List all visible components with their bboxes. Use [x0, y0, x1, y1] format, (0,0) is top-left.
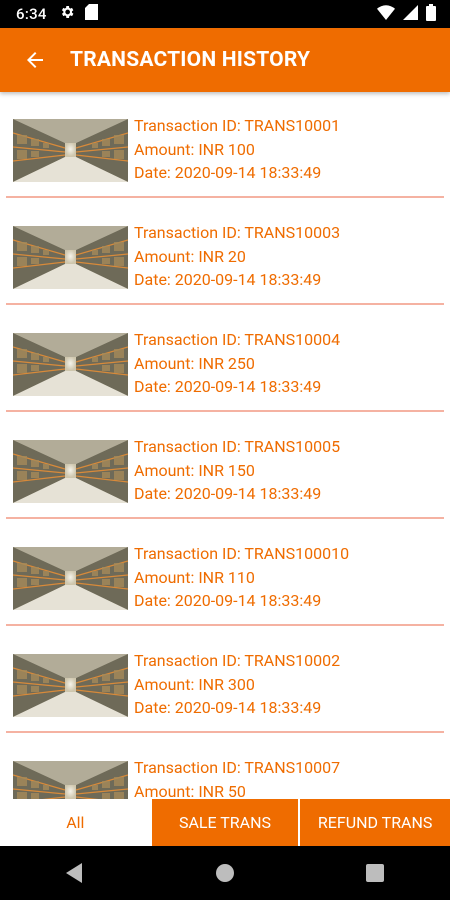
app-bar: TRANSACTION HISTORY: [0, 28, 450, 92]
transaction-date: Date: 2020-09-14 18:33:49: [134, 377, 322, 396]
transaction-id: Transaction ID: TRANS100010: [134, 544, 350, 563]
transaction-amount: Amount: INR 300: [134, 674, 255, 694]
transaction-amount: Amount: INR 150: [134, 460, 255, 480]
list-item[interactable]: Transaction ID: TRANS10001 Amount: INR 1…: [6, 92, 444, 198]
transaction-id: Transaction ID: TRANS10003: [134, 223, 341, 242]
tab-all[interactable]: All: [0, 799, 151, 846]
transaction-id: Transaction ID: TRANS10007: [134, 758, 341, 777]
status-time: 6:34: [16, 5, 47, 23]
warehouse-thumbnail: [13, 654, 128, 717]
warehouse-thumbnail: [13, 226, 128, 289]
system-navbar: [0, 846, 450, 900]
signal-icon: [403, 4, 418, 24]
page-title: TRANSACTION HISTORY: [70, 48, 311, 72]
tab-refund-trans[interactable]: REFUND TRANS: [298, 799, 450, 846]
status-bar: 6:34: [0, 0, 450, 28]
warehouse-thumbnail: [13, 761, 128, 799]
filter-tabs: All SALE TRANS REFUND TRANS: [0, 799, 450, 846]
transaction-amount: Amount: INR 100: [134, 139, 255, 159]
transaction-date: Date: 2020-09-14 18:33:49: [134, 591, 322, 610]
transaction-id: Transaction ID: TRANS10004: [134, 330, 341, 349]
warehouse-thumbnail: [13, 119, 128, 182]
transaction-date: Date: 2020-09-14 18:33:49: [134, 698, 322, 717]
list-item[interactable]: Transaction ID: TRANS10002 Amount: INR 3…: [6, 627, 444, 733]
wifi-icon: [377, 4, 395, 24]
transaction-amount: Amount: INR 20: [134, 246, 246, 266]
transaction-date: Date: 2020-09-14 18:33:49: [134, 163, 322, 182]
transaction-date: Date: 2020-09-14 18:33:49: [134, 484, 322, 503]
transaction-date: Date: 2020-09-14 18:33:49: [134, 270, 322, 289]
list-item[interactable]: Transaction ID: TRANS10003 Amount: INR 2…: [6, 199, 444, 305]
transaction-amount: Amount: INR 110: [134, 567, 255, 587]
transaction-id: Transaction ID: TRANS10005: [134, 437, 341, 456]
sd-card-icon: [84, 4, 98, 24]
transaction-amount: Amount: INR 250: [134, 353, 255, 373]
list-item[interactable]: Transaction ID: TRANS100010 Amount: INR …: [6, 520, 444, 626]
list-item[interactable]: Transaction ID: TRANS10004 Amount: INR 2…: [6, 306, 444, 412]
transaction-id: Transaction ID: TRANS10001: [134, 116, 341, 135]
battery-icon: [426, 3, 436, 25]
list-item[interactable]: Transaction ID: TRANS10005 Amount: INR 1…: [6, 413, 444, 519]
warehouse-thumbnail: [13, 440, 128, 503]
arrow-left-icon[interactable]: [20, 45, 50, 75]
recents-square-icon[interactable]: [345, 853, 405, 893]
transaction-id: Transaction ID: TRANS10002: [134, 651, 341, 670]
gear-icon: [59, 4, 75, 24]
home-circle-icon[interactable]: [195, 853, 255, 893]
warehouse-thumbnail: [13, 333, 128, 396]
tab-sale-trans[interactable]: SALE TRANS: [150, 799, 299, 846]
transaction-list[interactable]: Transaction ID: TRANS10001 Amount: INR 1…: [0, 92, 450, 799]
back-triangle-icon[interactable]: [45, 853, 105, 893]
list-item[interactable]: Transaction ID: TRANS10007 Amount: INR 5…: [6, 734, 444, 799]
warehouse-thumbnail: [13, 547, 128, 610]
transaction-amount: Amount: INR 50: [134, 781, 246, 800]
